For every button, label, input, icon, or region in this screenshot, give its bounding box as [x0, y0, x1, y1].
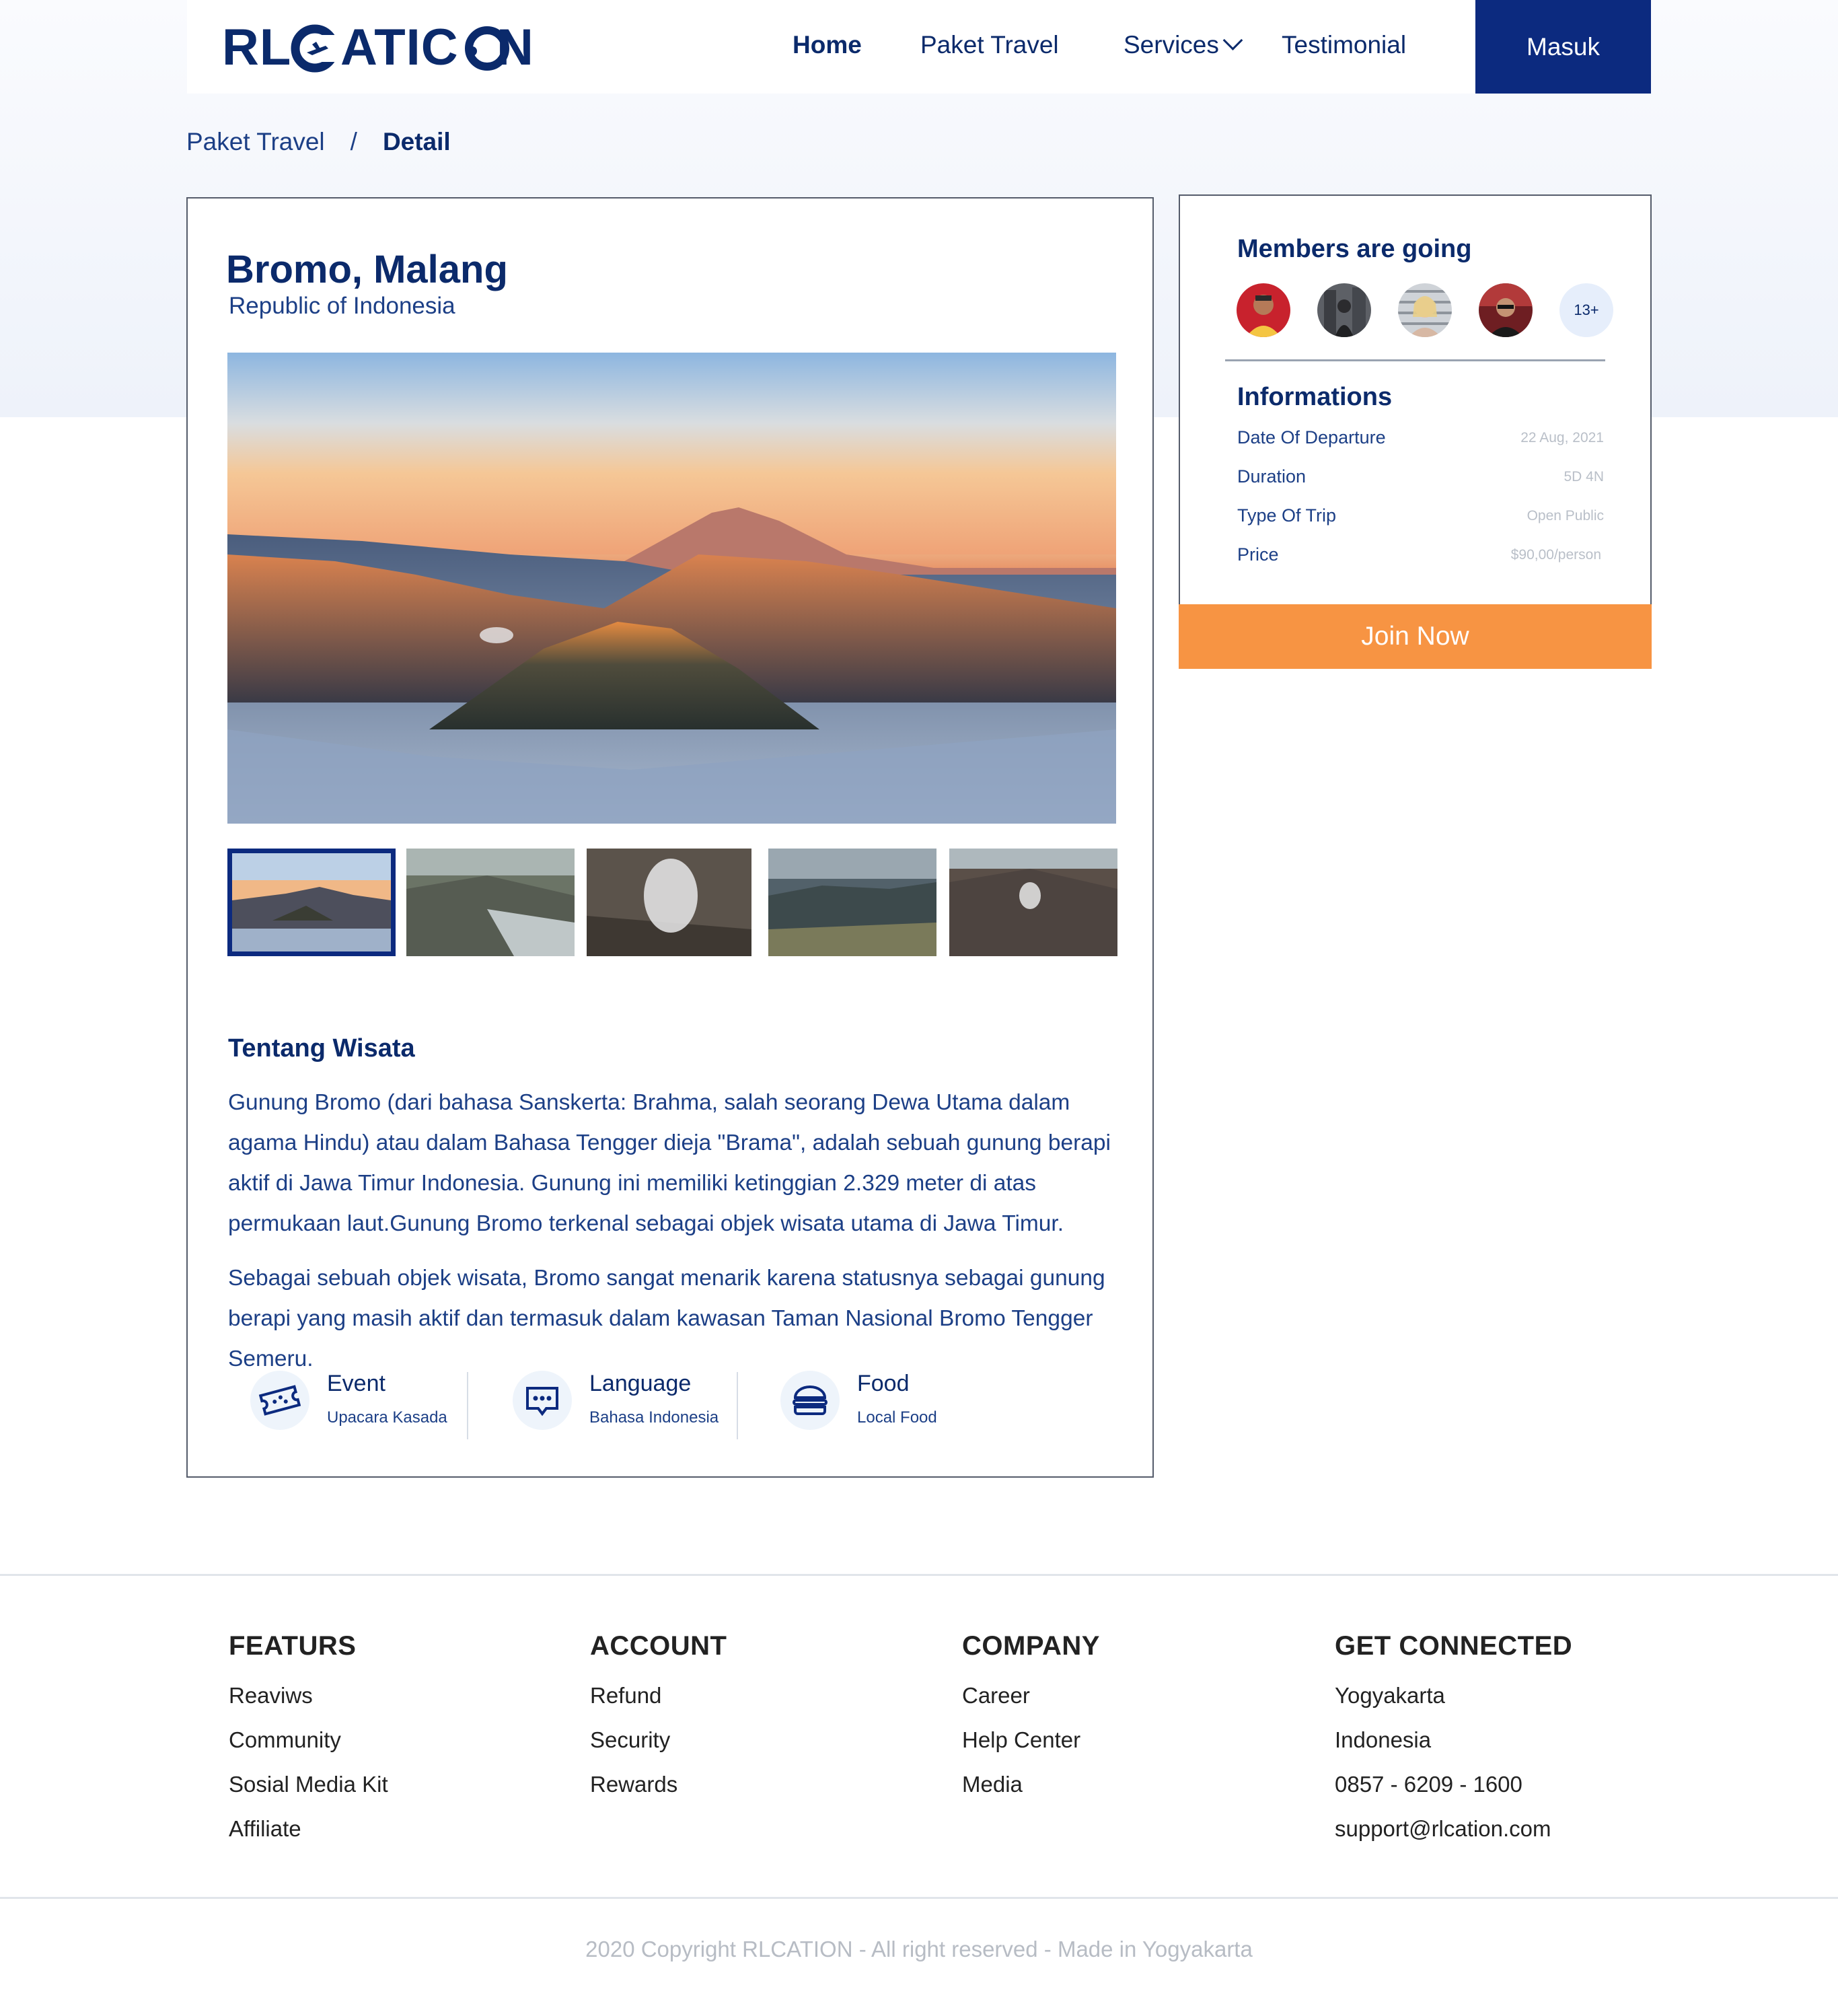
ticket-icon: [250, 1371, 309, 1430]
footer-divider-bottom: [0, 1897, 1838, 1899]
divider: [1225, 359, 1605, 361]
nav-home[interactable]: Home: [793, 31, 862, 59]
footer-heading: COMPANY: [962, 1631, 1100, 1661]
members-title: Members are going: [1237, 235, 1472, 263]
footer-link[interactable]: Affiliate: [229, 1807, 388, 1851]
footer-heading: FEATURS: [229, 1631, 357, 1661]
info-label: Duration: [1237, 466, 1307, 487]
info-row-trip-type: Type Of Trip Open Public: [1237, 505, 1604, 532]
breadcrumb-parent[interactable]: Paket Travel: [186, 128, 325, 155]
brand-logo[interactable]: RL ATIC N: [222, 19, 534, 76]
thumb-image: [232, 853, 391, 951]
mountain-landscape-image: [227, 353, 1116, 824]
main-photo: [227, 353, 1116, 824]
svg-text:ATIC: ATIC: [340, 20, 459, 74]
join-now-button[interactable]: Join Now: [1179, 604, 1652, 669]
info-value: Open Public: [1527, 508, 1604, 524]
feature-food-title: Food: [857, 1371, 910, 1396]
avatar[interactable]: [1479, 283, 1533, 337]
chevron-down-icon: [1222, 30, 1243, 50]
breadcrumb: Paket Travel / Detail: [186, 128, 451, 156]
info-row-duration: Duration 5D 4N: [1237, 466, 1604, 493]
info-value: 22 Aug, 2021: [1520, 430, 1604, 445]
about-paragraph-1: Gunung Bromo (dari bahasa Sanskerta: Bra…: [228, 1090, 1111, 1236]
footer-divider-top: [0, 1574, 1838, 1576]
footer-country: Indonesia: [1335, 1727, 1432, 1752]
destination-card: Bromo, Malang Republic of Indonesia Tent…: [186, 197, 1154, 1478]
info-row-price: Price $90,00/person: [1237, 544, 1604, 571]
gallery-thumb-4[interactable]: [768, 849, 936, 956]
footer-link[interactable]: Sosial Media Kit: [229, 1762, 388, 1807]
gallery-thumb-3[interactable]: [587, 849, 755, 956]
copyright-text: 2020 Copyright RLCATION - All right rese…: [585, 1937, 1253, 1961]
footer-column-account: ACCOUNT Refund Security Rewards: [590, 1631, 727, 1807]
footer-heading: ACCOUNT: [590, 1631, 727, 1661]
footer-column-company: COMPANY Career Help Center Media: [962, 1631, 1100, 1807]
feature-event-value: Upacara Kasada: [327, 1408, 447, 1427]
nav-paket-travel[interactable]: Paket Travel: [920, 31, 1059, 59]
svg-text:N: N: [497, 20, 531, 74]
thumb-image: [587, 849, 751, 956]
destination-subtitle: Republic of Indonesia: [229, 293, 455, 319]
footer-email[interactable]: support@rlcation.com: [1335, 1807, 1572, 1851]
info-label: Price: [1237, 544, 1279, 565]
info-label: Date Of Departure: [1237, 427, 1386, 447]
footer-column-features: FEATURS Reaviws Community Sosial Media K…: [229, 1631, 388, 1851]
footer-link[interactable]: Community: [229, 1718, 388, 1762]
svg-text:RL: RL: [222, 20, 291, 74]
burger-icon: [780, 1371, 840, 1430]
gallery-thumb-5[interactable]: [949, 849, 1117, 956]
gallery-thumb-1[interactable]: [227, 849, 396, 956]
nav-testimonial[interactable]: Testimonial: [1282, 31, 1406, 59]
destination-title: Bromo, Malang: [226, 248, 508, 291]
thumb-image: [406, 849, 575, 956]
about-title: Tentang Wisata: [228, 1034, 415, 1063]
feature-language-value: Bahasa Indonesia: [589, 1408, 719, 1427]
avatar[interactable]: [1398, 283, 1452, 337]
footer-phone[interactable]: 0857 - 6209 - 1600: [1335, 1762, 1572, 1807]
info-value: 5D 4N: [1564, 469, 1604, 484]
members-more-badge[interactable]: 13+: [1559, 283, 1613, 337]
gallery-thumb-2[interactable]: [406, 849, 575, 956]
about-paragraph-2: Sebagai sebuah objek wisata, Bromo sanga…: [228, 1266, 1105, 1371]
feature-language-title: Language: [589, 1371, 692, 1396]
info-row-departure: Date Of Departure 22 Aug, 2021: [1237, 427, 1604, 454]
info-value: $90,00/person: [1510, 547, 1601, 563]
feature-divider: [467, 1372, 468, 1439]
footer-link[interactable]: Security: [590, 1718, 727, 1762]
footer-link[interactable]: Media: [962, 1762, 1100, 1807]
footer-link[interactable]: Reaviws: [229, 1673, 388, 1718]
footer-link[interactable]: Rewards: [590, 1762, 727, 1807]
footer-city: Yogyakarta: [1335, 1683, 1445, 1708]
thumb-image: [949, 849, 1117, 956]
avatar[interactable]: [1317, 283, 1371, 337]
info-title: Informations: [1237, 383, 1393, 411]
info-label: Type Of Trip: [1237, 505, 1337, 526]
avatar[interactable]: [1237, 283, 1290, 337]
navbar: RL ATIC N Home Paket Travel Services Tes…: [187, 0, 1651, 94]
footer-heading: GET CONNECTED: [1335, 1631, 1573, 1661]
trip-info-card: Members are going 13+ Informations Date …: [1179, 194, 1652, 669]
footer-link[interactable]: Career: [962, 1673, 1100, 1718]
breadcrumb-separator: /: [350, 128, 357, 155]
footer-link[interactable]: Help Center: [962, 1718, 1100, 1762]
feature-event-title: Event: [327, 1371, 385, 1396]
feature-divider: [737, 1372, 738, 1439]
logo-wordmark: RL ATIC N: [222, 19, 534, 76]
nav-services[interactable]: Services: [1124, 30, 1243, 59]
chat-icon: [513, 1371, 572, 1430]
footer-column-get-connected: GET CONNECTED Yogyakarta Indonesia 0857 …: [1335, 1631, 1572, 1851]
login-button[interactable]: Masuk: [1475, 0, 1651, 94]
nav-services-label: Services: [1124, 31, 1219, 59]
breadcrumb-current: Detail: [382, 128, 451, 155]
feature-food-value: Local Food: [857, 1408, 937, 1427]
footer-link[interactable]: Refund: [590, 1673, 727, 1718]
thumb-image: [768, 849, 936, 956]
